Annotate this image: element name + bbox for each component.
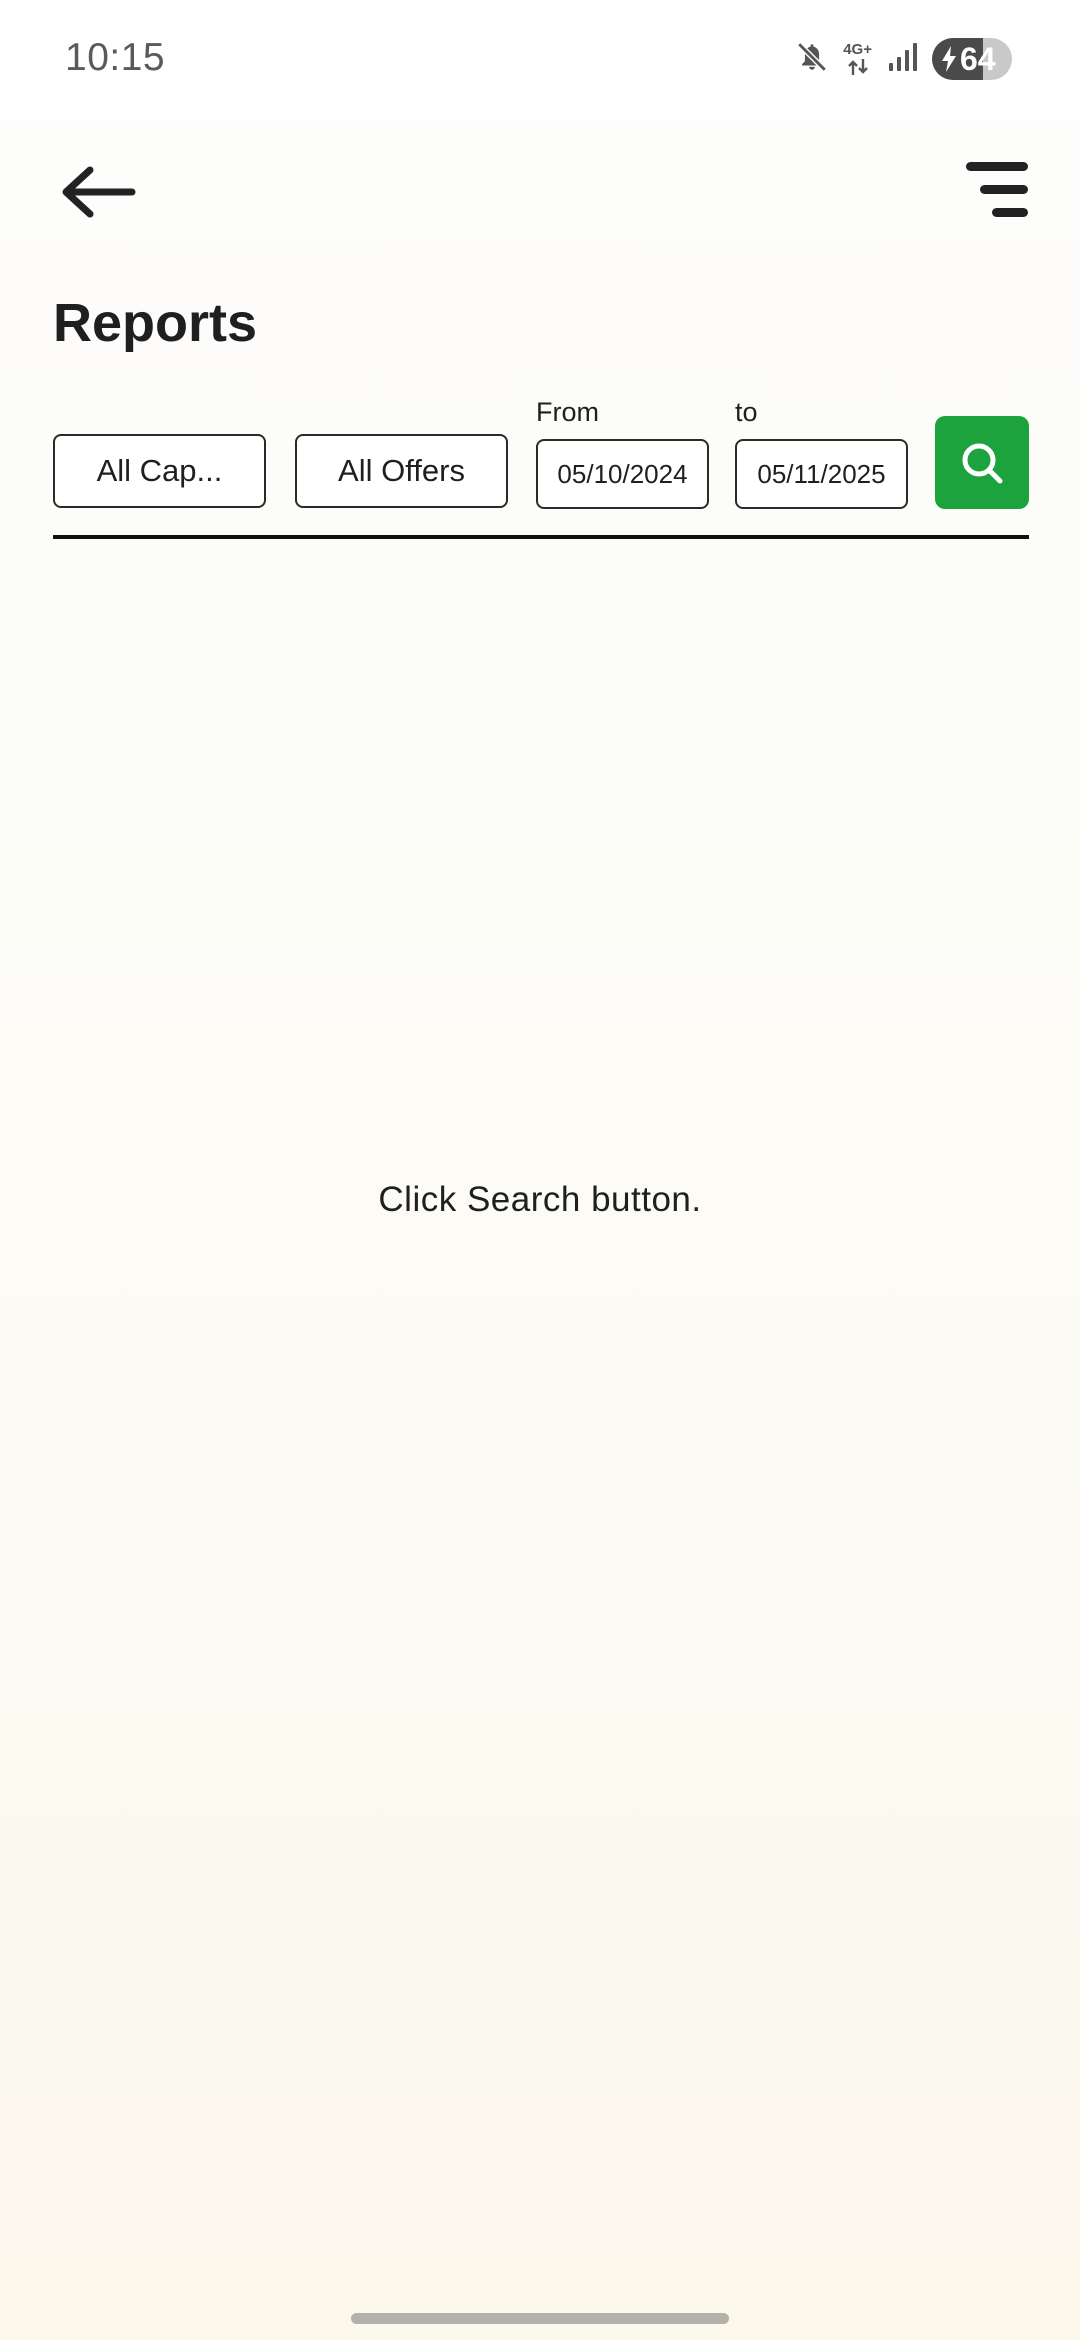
search-icon (962, 443, 1003, 483)
to-date-input[interactable] (735, 439, 908, 509)
filter-divider (53, 535, 1029, 539)
back-button[interactable] (58, 158, 138, 226)
status-time: 10:15 (65, 36, 166, 79)
filter-bar: All Cap... All Offers From to (53, 395, 1029, 540)
page-title: Reports (53, 293, 258, 353)
signal-icon (886, 41, 918, 78)
offers-filter-button[interactable]: All Offers (295, 434, 508, 508)
status-icons: 4G+ 64 (795, 37, 1012, 81)
from-date-input[interactable] (536, 439, 709, 509)
home-indicator[interactable] (351, 2313, 729, 2324)
battery-level: 64 (960, 40, 996, 77)
bolt-icon (942, 46, 956, 72)
menu-button[interactable] (960, 156, 1030, 226)
category-filter-button[interactable]: All Cap... (53, 434, 266, 508)
status-bar: 10:15 4G+ 64 (0, 0, 1080, 120)
to-date-label: to (735, 397, 758, 427)
mute-icon (795, 40, 829, 79)
network-type-label: 4G+ (843, 41, 872, 58)
empty-state-message: Click Search button. (378, 1180, 702, 1219)
arrow-left-icon (62, 166, 136, 218)
from-date-label: From (536, 397, 599, 427)
network-arrows-icon: 4G+ (843, 42, 872, 76)
app-bar (0, 120, 1080, 235)
search-button[interactable] (935, 416, 1029, 509)
battery-charging-icon: 64 (932, 38, 1012, 80)
menu-icon (966, 162, 1028, 217)
